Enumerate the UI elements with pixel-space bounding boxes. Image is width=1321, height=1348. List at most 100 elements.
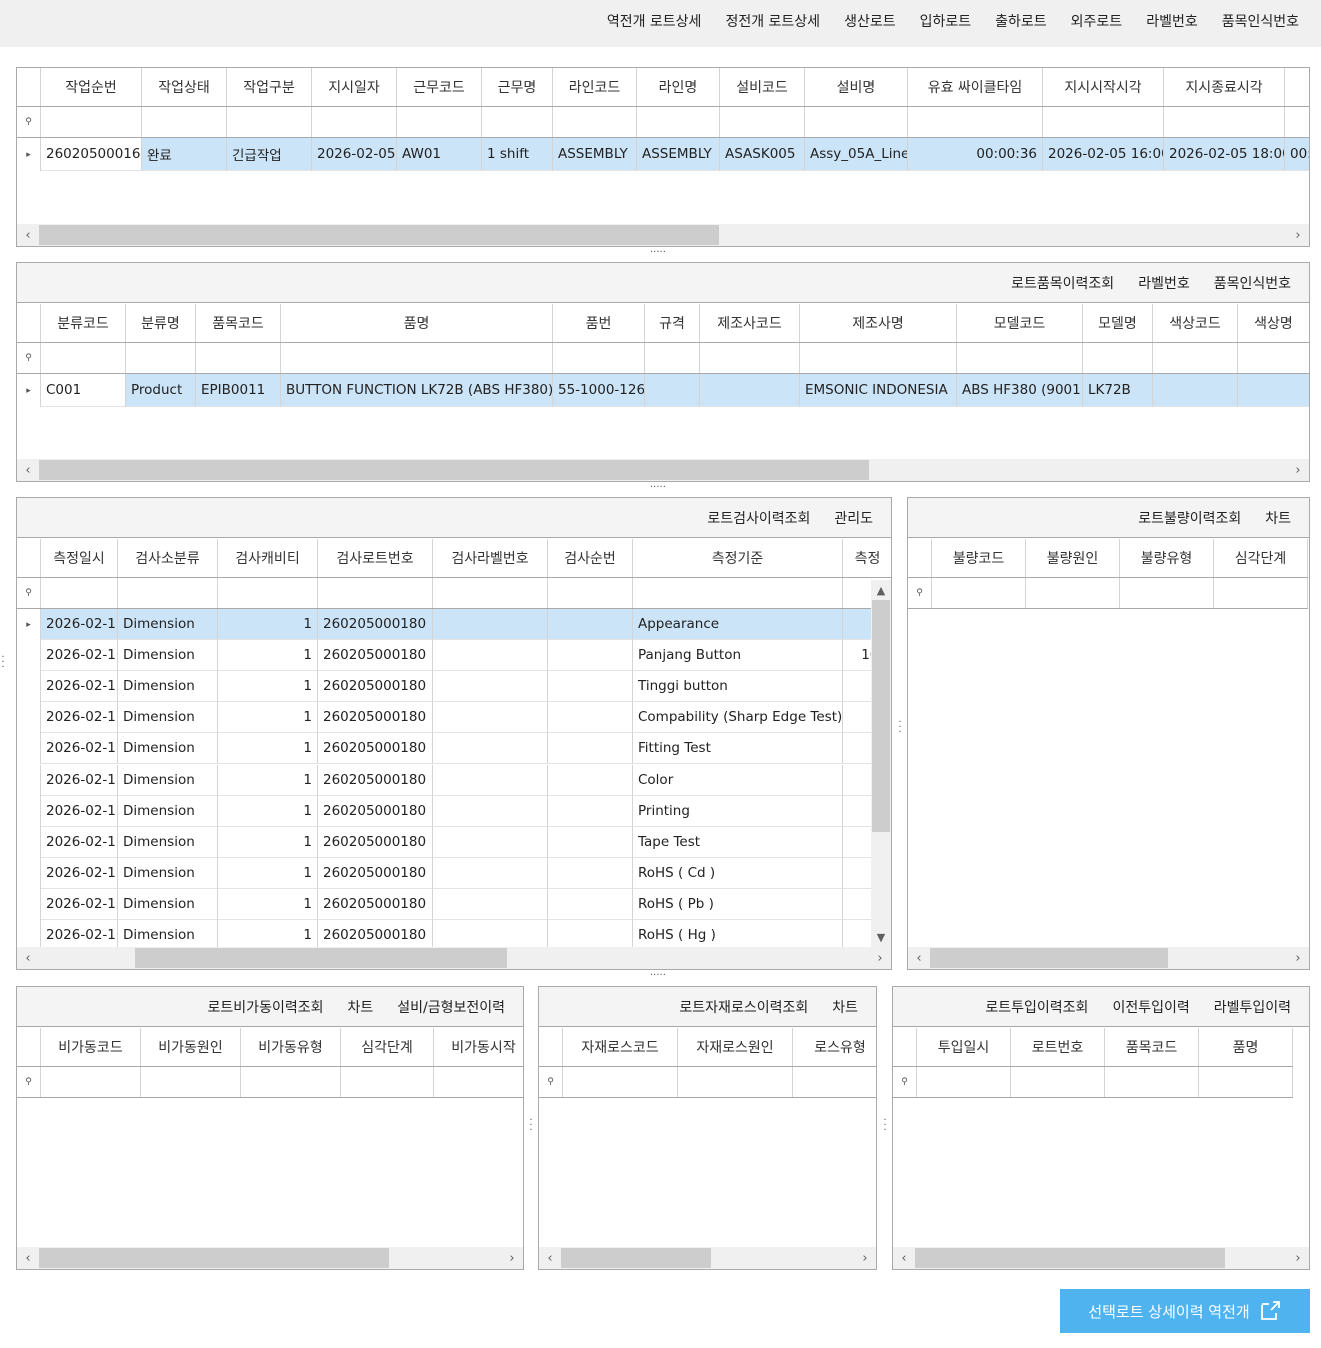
column-header[interactable]: 색상명 bbox=[1238, 304, 1309, 342]
filter-cell[interactable] bbox=[932, 578, 1026, 608]
splitter-handle-vertical[interactable]: · · · bbox=[882, 1116, 888, 1136]
column-header[interactable]: 검사소분류 bbox=[118, 539, 218, 577]
column-header[interactable]: 측정 bbox=[843, 539, 891, 577]
column-header[interactable]: 라인코드 bbox=[553, 68, 637, 106]
table-cell[interactable]: 긴급작업 bbox=[227, 138, 312, 171]
table-cell[interactable]: 55-1000-126 bbox=[553, 374, 645, 407]
table-cell[interactable] bbox=[1153, 374, 1238, 407]
filter-cell[interactable] bbox=[1120, 578, 1214, 608]
filter-cell[interactable] bbox=[434, 1067, 523, 1097]
table-cell[interactable]: Compability (Sharp Edge Test) bbox=[633, 702, 843, 734]
table-cell[interactable]: EPIB0011 bbox=[196, 374, 281, 407]
table-cell[interactable]: 1 shift bbox=[482, 138, 553, 171]
table-cell[interactable] bbox=[548, 640, 633, 672]
filter-cell[interactable] bbox=[1026, 578, 1120, 608]
table-cell[interactable] bbox=[433, 733, 548, 765]
table-cell[interactable]: 1 bbox=[218, 888, 318, 920]
table-cell[interactable]: RoHS ( Pb ) bbox=[633, 888, 843, 920]
filter-cell[interactable] bbox=[41, 107, 142, 137]
table-cell[interactable] bbox=[433, 609, 548, 641]
column-header[interactable]: 라인명 bbox=[637, 68, 720, 106]
table-cell[interactable] bbox=[433, 702, 548, 734]
column-header[interactable]: 품목코드 bbox=[196, 304, 281, 342]
table-cell[interactable]: 260205000180 bbox=[318, 857, 433, 889]
filter-cell[interactable] bbox=[553, 343, 645, 373]
filter-cell[interactable] bbox=[196, 343, 281, 373]
column-header[interactable]: 품명 bbox=[281, 304, 553, 342]
column-header[interactable]: 품명 bbox=[1199, 1028, 1293, 1066]
splitter-handle-vertical[interactable]: · · · bbox=[528, 1116, 534, 1136]
table-cell[interactable]: 2026-02-05 18:00 bbox=[1164, 138, 1285, 171]
table-cell[interactable]: 1 bbox=[218, 764, 318, 796]
column-header[interactable]: 측정일시 bbox=[41, 539, 118, 577]
top-menu-item[interactable]: 출하로트 bbox=[983, 10, 1059, 34]
table-cell[interactable]: 260205000180 bbox=[318, 671, 433, 703]
column-header[interactable]: 제조사코드 bbox=[700, 304, 800, 342]
toolbar-button[interactable]: 차트 bbox=[1253, 508, 1303, 528]
chevron-right-icon[interactable]: › bbox=[1287, 1247, 1309, 1269]
filter-cell[interactable] bbox=[908, 107, 1043, 137]
table-row[interactable]: 2026-02-11 Dimension 1 260205000180 Printing bbox=[17, 795, 891, 827]
table-cell[interactable]: 260205000162 bbox=[41, 138, 142, 171]
table-cell[interactable]: 1 bbox=[218, 671, 318, 703]
splitter-handle[interactable]: ····· bbox=[650, 971, 666, 981]
table-cell[interactable] bbox=[433, 857, 548, 889]
table-cell[interactable]: 00:00:36 bbox=[908, 138, 1043, 171]
table-cell[interactable]: 260205000180 bbox=[318, 888, 433, 920]
column-header[interactable]: 설비코드 bbox=[720, 68, 805, 106]
horizontal-scrollbar[interactable]: ‹ › bbox=[893, 1247, 1309, 1269]
chevron-down-icon[interactable]: ▼ bbox=[871, 927, 891, 947]
column-header[interactable]: 불량원인 bbox=[1026, 539, 1120, 577]
top-menu-item[interactable]: 라벨번호 bbox=[1134, 10, 1210, 34]
table-cell[interactable]: Dimension bbox=[118, 609, 218, 641]
filter-cell[interactable] bbox=[700, 343, 800, 373]
column-header[interactable]: 모델명 bbox=[1083, 304, 1153, 342]
table-cell[interactable]: EMSONIC INDONESIA bbox=[800, 374, 957, 407]
table-cell[interactable]: Appearance bbox=[633, 609, 843, 641]
table-cell[interactable]: Dimension bbox=[118, 764, 218, 796]
table-row[interactable]: ▸ C001 Product EPIB0011 BUTTON FUNCTION LK72… bbox=[17, 374, 1309, 407]
reverse-expand-button[interactable]: 선택로트 상세이력 역전개 bbox=[1060, 1289, 1310, 1333]
chevron-right-icon[interactable]: › bbox=[1287, 459, 1309, 481]
filter-cell[interactable] bbox=[41, 343, 126, 373]
table-cell[interactable] bbox=[548, 795, 633, 827]
filter-cell[interactable] bbox=[800, 343, 957, 373]
horizontal-scrollbar[interactable]: ‹ › bbox=[908, 947, 1309, 969]
chevron-left-icon[interactable]: ‹ bbox=[893, 1247, 915, 1269]
table-row[interactable]: 2026-02-11 Dimension 1 260205000180 Compabil… bbox=[17, 702, 891, 734]
table-cell[interactable]: Dimension bbox=[118, 671, 218, 703]
chevron-right-icon[interactable]: › bbox=[869, 947, 891, 969]
filter-cell[interactable] bbox=[1083, 343, 1153, 373]
column-header[interactable]: 품목코드 bbox=[1105, 1028, 1199, 1066]
table-cell[interactable]: 2026-02-11 bbox=[41, 764, 118, 796]
table-cell[interactable] bbox=[433, 640, 548, 672]
column-header[interactable]: 검사로트번호 bbox=[318, 539, 433, 577]
chevron-up-icon[interactable]: ▲ bbox=[871, 580, 891, 600]
table-cell[interactable] bbox=[1238, 374, 1309, 407]
table-cell[interactable] bbox=[548, 702, 633, 734]
column-header[interactable]: 설비명 bbox=[805, 68, 908, 106]
column-header[interactable]: 분류명 bbox=[126, 304, 196, 342]
column-header[interactable]: 모델코드 bbox=[957, 304, 1083, 342]
toolbar-button[interactable]: 로트비가동이력조회 bbox=[196, 997, 336, 1017]
table-cell[interactable]: Product bbox=[126, 374, 196, 407]
filter-cell[interactable] bbox=[720, 107, 805, 137]
column-header[interactable]: 심각단계 bbox=[1214, 539, 1308, 577]
filter-cell[interactable] bbox=[1011, 1067, 1105, 1097]
table-cell[interactable]: Dimension bbox=[118, 702, 218, 734]
splitter-handle[interactable]: ····· bbox=[650, 248, 666, 258]
scrollbar-thumb[interactable] bbox=[872, 600, 890, 832]
filter-cell[interactable] bbox=[1153, 343, 1238, 373]
table-row[interactable]: ▸ 2026-02-11 Dimension 1 260205000180 Appeara… bbox=[17, 609, 891, 641]
filter-cell[interactable] bbox=[563, 1067, 678, 1097]
filter-cell[interactable] bbox=[312, 107, 397, 137]
table-cell[interactable]: 1 bbox=[218, 795, 318, 827]
filter-cell[interactable] bbox=[41, 578, 118, 608]
filter-cell[interactable] bbox=[142, 107, 227, 137]
column-header[interactable]: 비가동코드 bbox=[41, 1028, 141, 1066]
filter-cell[interactable] bbox=[341, 1067, 434, 1097]
column-header[interactable]: 로트번호 bbox=[1011, 1028, 1105, 1066]
toolbar-button[interactable]: 관리도 bbox=[822, 508, 885, 528]
column-header[interactable]: 제조사명 bbox=[800, 304, 957, 342]
toolbar-button[interactable]: 설비/금형보전이력 bbox=[385, 997, 517, 1017]
